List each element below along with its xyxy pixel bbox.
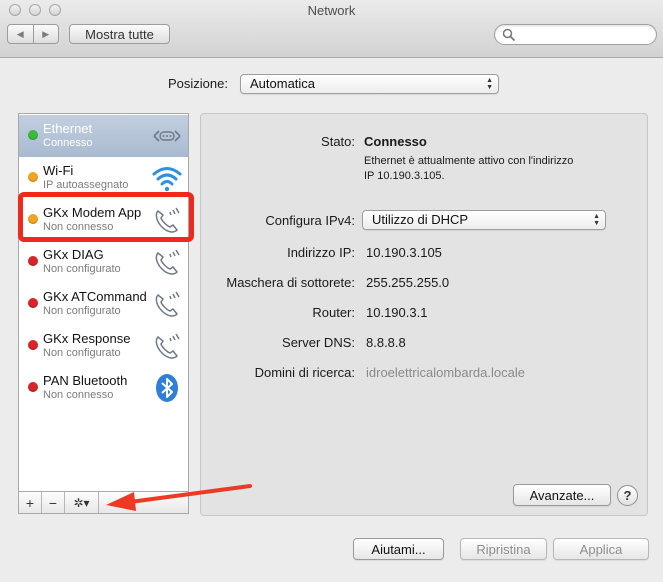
- status-dot: [28, 130, 38, 140]
- service-list[interactable]: Ethernet Connesso Wi-Fi IP autoassegnato…: [18, 113, 189, 492]
- assist-me-button[interactable]: Aiutami...: [353, 538, 444, 560]
- service-name: GKx Response: [43, 331, 131, 346]
- service-status: Non connesso: [43, 389, 114, 401]
- title-bar: Network ◀ ▶ Mostra tutte: [0, 0, 663, 58]
- service-list-toolbar: + − ✲▾: [18, 492, 189, 514]
- search-domains-value: idroelettricalombarda.locale: [366, 365, 525, 380]
- ethernet-icon: [153, 130, 181, 142]
- popup-arrows-icon: ▲ ▼: [593, 213, 600, 227]
- service-item-pan-bluetooth[interactable]: PAN Bluetooth Non connesso: [19, 367, 188, 409]
- dns-server-value: 8.8.8.8: [366, 335, 406, 350]
- back-forward-group: ◀ ▶: [7, 24, 59, 44]
- service-status: IP autoassegnato: [43, 179, 129, 191]
- network-window: Network ◀ ▶ Mostra tutte Posizione: Auto…: [0, 0, 663, 582]
- router-label: Router:: [312, 305, 355, 320]
- status-dot: [28, 382, 38, 392]
- service-status: Non connesso: [43, 221, 114, 233]
- status-dot: [28, 172, 38, 182]
- search-icon: [502, 28, 516, 42]
- service-name: GKx Modem App: [43, 205, 142, 220]
- service-status: Connesso: [43, 137, 93, 149]
- status-description-line1: Ethernet è attualmente attivo con l'indi…: [364, 155, 574, 167]
- search-field[interactable]: [494, 24, 657, 45]
- service-item-gkx-response[interactable]: GKx Response Non configurato: [19, 325, 188, 367]
- ipv4-config-value: Utilizzo di DHCP: [372, 212, 469, 227]
- status-dot: [28, 298, 38, 308]
- back-button[interactable]: ◀: [8, 25, 33, 43]
- service-item-ethernet[interactable]: Ethernet Connesso: [19, 115, 188, 157]
- service-item-wifi[interactable]: Wi-Fi IP autoassegnato: [19, 157, 188, 199]
- action-menu-button[interactable]: ✲▾: [65, 492, 99, 513]
- help-button[interactable]: ?: [617, 485, 638, 506]
- service-status: Non configurato: [43, 263, 121, 275]
- service-item-gkx-modem-app[interactable]: GKx Modem App Non connesso: [19, 199, 188, 241]
- popup-arrows-icon: ▲ ▼: [486, 77, 493, 91]
- search-domains-label: Domini di ricerca:: [254, 365, 355, 380]
- service-item-gkx-diag[interactable]: GKx DIAG Non configurato: [19, 241, 188, 283]
- ip-address-label: Indirizzo IP:: [287, 245, 355, 260]
- status-dot: [28, 214, 38, 224]
- service-status: Non configurato: [43, 305, 121, 317]
- window-title: Network: [307, 3, 356, 18]
- router-value: 10.190.3.1: [366, 305, 428, 320]
- status-dot: [28, 340, 38, 350]
- service-name: GKx ATCommand: [43, 289, 147, 304]
- subnet-mask-label: Maschera di sottorete:: [226, 275, 355, 290]
- service-name: Wi-Fi: [43, 163, 74, 178]
- wifi-icon: [152, 167, 182, 192]
- dns-server-label: Server DNS:: [282, 335, 355, 350]
- status-value: Connesso: [364, 134, 427, 149]
- revert-button[interactable]: Ripristina: [460, 538, 547, 560]
- status-dot: [28, 256, 38, 266]
- phone-icon: [155, 291, 180, 317]
- service-name: GKx DIAG: [43, 247, 104, 262]
- forward-button[interactable]: ▶: [32, 25, 59, 43]
- ipv4-config-popup[interactable]: Utilizzo di DHCP ▲ ▼: [362, 210, 606, 230]
- service-item-gkx-atcommand[interactable]: GKx ATCommand Non configurato: [19, 283, 188, 325]
- service-name: PAN Bluetooth: [43, 373, 128, 388]
- phone-icon: [155, 207, 180, 233]
- location-popup[interactable]: Automatica ▲ ▼: [240, 74, 499, 94]
- bluetooth-icon: [156, 374, 178, 402]
- add-service-button[interactable]: +: [19, 492, 42, 513]
- remove-service-button[interactable]: −: [42, 492, 65, 513]
- service-name: Ethernet: [43, 121, 93, 136]
- location-value: Automatica: [250, 76, 316, 91]
- service-status: Non configurato: [43, 347, 121, 359]
- show-all-button[interactable]: Mostra tutte: [69, 24, 170, 44]
- ip-address-value: 10.190.3.105: [366, 245, 442, 260]
- location-label: Posizione:: [168, 76, 228, 91]
- advanced-button[interactable]: Avanzate...: [513, 484, 611, 506]
- apply-button[interactable]: Applica: [553, 538, 649, 560]
- status-label: Stato:: [321, 134, 355, 149]
- phone-icon: [155, 249, 180, 275]
- phone-icon: [155, 333, 180, 359]
- ipv4-config-label: Configura IPv4:: [265, 213, 355, 228]
- status-description-line2: IP 10.190.3.105.: [364, 170, 445, 182]
- subnet-mask-value: 255.255.255.0: [366, 275, 450, 290]
